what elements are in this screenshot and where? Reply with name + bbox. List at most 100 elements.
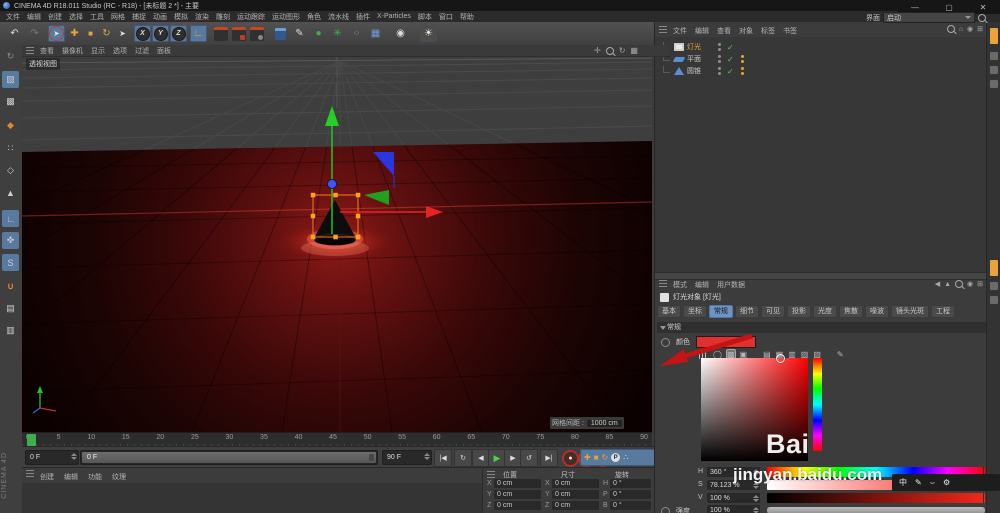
live-selection-tool[interactable]: ➤ — [48, 25, 65, 42]
pan-view-icon[interactable]: ✛ — [594, 46, 601, 55]
menu-item[interactable]: 渲染 — [195, 12, 209, 22]
visibility-dots[interactable] — [718, 67, 721, 75]
add-cube-button[interactable] — [272, 25, 289, 42]
enabled-check-icon[interactable]: ✓ — [727, 55, 734, 64]
dock-tab-active[interactable] — [990, 28, 998, 44]
lock-x-axis-button[interactable]: X — [134, 25, 151, 42]
size-field[interactable]: 0 cm — [552, 479, 599, 488]
panel-grip-icon[interactable] — [26, 470, 34, 477]
dock-tab[interactable] — [990, 66, 998, 74]
menu-item[interactable]: 创建 — [48, 12, 62, 22]
lock-workplane-button[interactable]: ▥ — [2, 322, 19, 339]
scale-tool[interactable]: ■ — [82, 25, 99, 42]
render-view-button[interactable] — [212, 25, 229, 42]
material-menu-item[interactable]: 创建 — [40, 472, 54, 482]
home-icon[interactable]: ⌂ — [959, 26, 963, 33]
object-type-icon[interactable] — [674, 43, 684, 51]
object-name[interactable]: 圆锥 — [687, 66, 711, 76]
visibility-dots[interactable] — [718, 43, 721, 51]
object-name[interactable]: 灯光 — [687, 42, 711, 52]
position-field[interactable]: 0 cm — [494, 479, 541, 488]
target-icon[interactable]: ◉ — [967, 25, 973, 33]
rotation-field[interactable]: 0 ° — [610, 501, 651, 510]
rotate-view-icon[interactable]: ↻ — [619, 46, 626, 55]
menu-item[interactable]: 编辑 — [27, 12, 41, 22]
viewport-menu-item[interactable]: 过滤 — [135, 46, 149, 56]
ime-gear-icon[interactable]: ⚙ — [943, 478, 950, 487]
menu-item[interactable]: 角色 — [307, 12, 321, 22]
viewport-menu-item[interactable]: 显示 — [91, 46, 105, 56]
object-row[interactable]: 圆锥 ✓ — [655, 65, 987, 77]
timeline-ruler[interactable]: 051015202530354045505560657075808590 — [22, 432, 652, 447]
spinner-icon[interactable] — [71, 453, 77, 460]
panel-grip-icon[interactable] — [26, 47, 34, 54]
object-type-icon[interactable] — [672, 56, 686, 62]
lock-z-axis-button[interactable]: Z — [170, 25, 187, 42]
material-list-area[interactable] — [22, 483, 482, 513]
playhead[interactable] — [27, 434, 36, 446]
attribute-tab[interactable]: 噪波 — [865, 305, 889, 318]
enabled-check-icon[interactable]: ✓ — [727, 43, 734, 52]
eyedropper-icon[interactable]: ✎ — [837, 350, 844, 359]
object-row[interactable]: 灯光 ✓ — [655, 41, 987, 53]
key-parameter-toggle[interactable]: P — [611, 453, 621, 462]
ime-language-indicator[interactable]: 中 — [899, 477, 907, 488]
object-manager-menu-item[interactable]: 查看 — [717, 26, 731, 36]
attribute-menu-item[interactable]: 编辑 — [695, 280, 709, 290]
menu-item[interactable]: 运动跟踪 — [237, 12, 265, 22]
object-manager-menu-item[interactable]: 书签 — [783, 26, 797, 36]
enabled-check-icon[interactable]: ✓ — [727, 67, 734, 76]
hue-strip[interactable] — [813, 358, 822, 451]
menu-item[interactable]: 流水线 — [328, 12, 349, 22]
add-camera-button[interactable]: ◉ — [392, 25, 409, 42]
menu-item[interactable]: 帮助 — [460, 12, 474, 22]
attribute-tab[interactable]: 细节 — [735, 305, 759, 318]
panel-grip-icon[interactable] — [659, 280, 667, 287]
menu-item[interactable]: 脚本 — [418, 12, 432, 22]
add-light-button[interactable]: ☀ — [420, 25, 437, 42]
edges-mode-button[interactable]: ◇ — [2, 162, 19, 179]
menu-item[interactable]: 雕刻 — [216, 12, 230, 22]
panel-grip-icon[interactable] — [659, 26, 667, 33]
lock-y-axis-button[interactable]: Y — [152, 25, 169, 42]
preview-range-slider[interactable]: 0 F — [80, 450, 378, 465]
dock-tab-active[interactable] — [990, 260, 998, 276]
target-icon[interactable]: ◉ — [967, 280, 973, 288]
position-field[interactable]: 0 cm — [494, 490, 541, 499]
add-spline-primitive-button[interactable]: ○ — [348, 28, 365, 40]
object-name[interactable]: 平面 — [687, 54, 711, 64]
render-to-picture-viewer-button[interactable] — [230, 25, 247, 42]
attribute-tab[interactable]: 镜头光斑 — [891, 305, 929, 318]
object-type-icon[interactable] — [674, 67, 684, 75]
back-icon[interactable]: ◀ — [935, 280, 940, 288]
add-floor-button[interactable]: ▦ — [367, 25, 384, 42]
attribute-tab[interactable]: 光度 — [813, 305, 837, 318]
current-frame-field[interactable]: 0 F — [25, 450, 79, 465]
menu-item[interactable]: 选择 — [69, 12, 83, 22]
object-manager-menu-item[interactable]: 标签 — [761, 26, 775, 36]
add-subdivision-surface-button[interactable]: ● — [310, 25, 327, 42]
menu-item[interactable]: 窗口 — [439, 12, 453, 22]
material-menu-item[interactable]: 编辑 — [64, 472, 78, 482]
menu-item[interactable]: 网格 — [111, 12, 125, 22]
menu-item[interactable]: 工具 — [90, 12, 104, 22]
panel-grip-icon[interactable] — [487, 471, 495, 478]
dock-tab[interactable] — [990, 52, 998, 60]
viewport-menu-item[interactable]: 面板 — [157, 46, 171, 56]
object-row[interactable]: 平面 ✓ — [655, 53, 987, 65]
ime-smile-icon[interactable]: ⌣ — [930, 478, 935, 488]
attribute-tab[interactable]: 基本 — [657, 305, 681, 318]
polygons-mode-button[interactable]: ▲ — [2, 184, 19, 201]
model-mode-button[interactable]: ▧ — [2, 71, 19, 88]
enable-axis-button[interactable]: ∟ — [2, 210, 19, 227]
workplane-mode-button[interactable]: ◆ — [2, 117, 19, 134]
spinner-icon[interactable] — [424, 453, 430, 460]
render-settings-button[interactable] — [248, 25, 265, 42]
key-position-togg1e[interactable]: ✚ — [584, 453, 591, 462]
undo-button[interactable]: ↶ — [6, 25, 23, 42]
position-field[interactable]: 0 cm — [494, 501, 541, 510]
viewport-scene[interactable] — [22, 56, 652, 432]
menu-item[interactable]: 插件 — [356, 12, 370, 22]
rotate-tool[interactable]: ↻ — [98, 25, 115, 42]
up-icon[interactable]: ▲ — [944, 281, 951, 288]
